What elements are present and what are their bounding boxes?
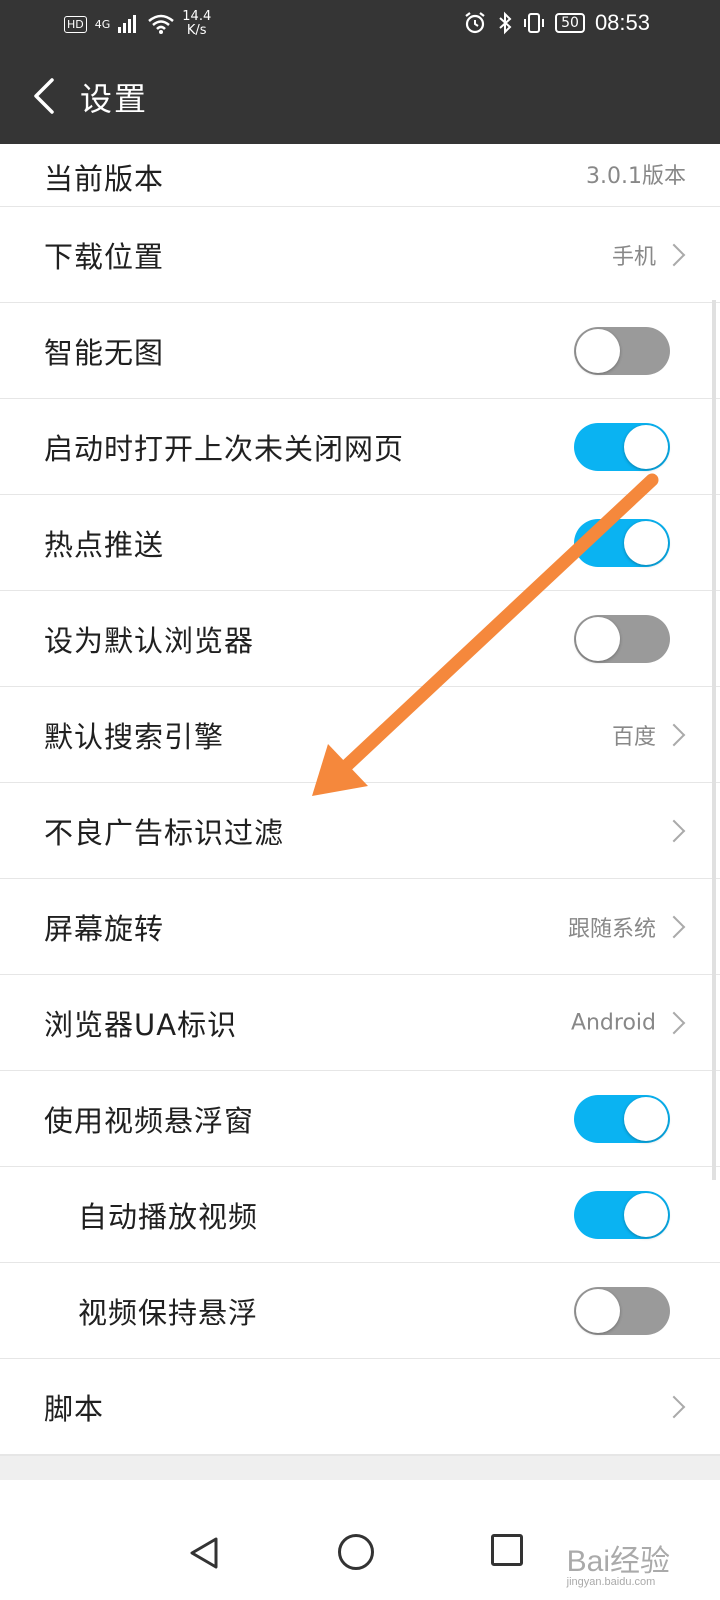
toggle-knob xyxy=(624,1192,668,1237)
settings-row[interactable]: 启动时打开上次未关闭网页 xyxy=(0,399,720,495)
settings-list: 当前版本 3.0.1版本下载位置 手机智能无图启动时打开上次未关闭网页 热点推送设为默… xyxy=(0,144,720,1540)
speed-value: 14.4 xyxy=(182,9,212,24)
watermark-brand: Bai经验 xyxy=(566,1545,670,1578)
nav-back-icon[interactable] xyxy=(188,1536,220,1570)
chevron-right-icon xyxy=(662,723,686,746)
vibrate-icon xyxy=(524,13,545,33)
setting-label: 默认搜索引擎 xyxy=(44,719,225,754)
nav-recents-icon[interactable] xyxy=(491,1534,523,1566)
settings-row[interactable]: 默认搜索引擎 百度 xyxy=(0,687,720,783)
setting-label: 使用视频悬浮窗 xyxy=(44,1103,255,1138)
setting-value: 手机 xyxy=(611,244,656,270)
settings-row: 当前版本 3.0.1版本 xyxy=(0,144,720,207)
setting-label: 设为默认浏览器 xyxy=(44,623,255,658)
settings-row[interactable]: 设为默认浏览器 xyxy=(0,591,720,687)
toggle-knob xyxy=(576,1288,620,1333)
section-divider xyxy=(0,1455,720,1480)
settings-row[interactable]: 视频保持悬浮 xyxy=(0,1263,720,1359)
settings-row[interactable]: 下载位置 手机 xyxy=(0,207,720,303)
setting-label: 当前版本 xyxy=(44,162,165,196)
toggle-knob xyxy=(624,520,668,565)
watermark-url: jingyan.baidu.com xyxy=(566,1576,656,1588)
settings-row[interactable]: 自动播放视频 xyxy=(0,1167,720,1263)
toggle-switch[interactable] xyxy=(574,1094,670,1143)
hd-badge: HD xyxy=(64,15,87,33)
chevron-right-icon xyxy=(662,915,686,938)
network-speed: 14.4 K/s xyxy=(182,10,211,38)
chevron-right-icon xyxy=(662,819,686,842)
setting-label: 热点推送 xyxy=(44,527,165,562)
status-time: 08:53 xyxy=(594,10,650,35)
chevron-right-icon xyxy=(662,243,686,266)
bluetooth-icon xyxy=(499,11,512,35)
setting-label: 屏幕旋转 xyxy=(44,911,165,946)
watermark: Bai经验 jingyan.baidu.com xyxy=(567,1536,670,1588)
setting-label: 智能无图 xyxy=(44,335,165,370)
setting-label: 启动时打开上次未关闭网页 xyxy=(44,431,405,466)
settings-row[interactable]: 屏幕旋转 跟随系统 xyxy=(0,879,720,975)
toggle-switch[interactable] xyxy=(574,1286,670,1335)
toggle-knob xyxy=(576,616,620,661)
status-right: 50 08:53 xyxy=(463,10,650,36)
scrollbar[interactable] xyxy=(712,300,716,1180)
system-nav-bar: Bai经验 jingyan.baidu.com xyxy=(0,1508,720,1600)
toggle-knob xyxy=(576,328,620,373)
toggle-switch[interactable] xyxy=(574,326,670,375)
setting-label: 浏览器UA标识 xyxy=(44,1007,238,1042)
app-header: 设置 xyxy=(0,48,720,144)
page-title: 设置 xyxy=(80,80,149,118)
settings-row[interactable]: 智能无图 xyxy=(0,303,720,399)
settings-row[interactable]: 不良广告标识过滤 xyxy=(0,783,720,879)
signal-icon xyxy=(118,15,137,33)
setting-label: 脚本 xyxy=(44,1391,105,1426)
speed-unit: K/s xyxy=(186,23,207,38)
setting-label: 下载位置 xyxy=(44,239,165,274)
setting-value: 跟随系统 xyxy=(567,916,656,942)
setting-value: 百度 xyxy=(611,724,656,750)
settings-row[interactable]: 使用视频悬浮窗 xyxy=(0,1071,720,1167)
toggle-knob xyxy=(624,1096,668,1141)
settings-row[interactable]: 浏览器UA标识 Android xyxy=(0,975,720,1071)
toggle-switch[interactable] xyxy=(574,518,670,567)
setting-label: 不良广告标识过滤 xyxy=(44,815,285,850)
setting-value: Android xyxy=(570,1010,656,1035)
toggle-switch[interactable] xyxy=(574,1190,670,1239)
chevron-right-icon xyxy=(662,1395,686,1418)
alarm-icon xyxy=(465,12,485,34)
settings-row[interactable]: 热点推送 xyxy=(0,495,720,591)
setting-value: 3.0.1版本 xyxy=(586,164,686,189)
back-arrow-icon[interactable] xyxy=(26,76,66,116)
chevron-right-icon xyxy=(662,1011,686,1034)
settings-row[interactable]: 脚本 xyxy=(0,1359,720,1455)
toggle-switch[interactable] xyxy=(574,614,670,663)
nav-home-icon[interactable] xyxy=(338,1534,374,1570)
wifi-icon xyxy=(148,14,175,34)
network-type: 4G xyxy=(94,17,111,31)
setting-label: 视频保持悬浮 xyxy=(78,1295,259,1330)
status-bar: HD 4G 14.4 K/s 50 08:53 xyxy=(0,0,720,48)
toggle-knob xyxy=(624,424,668,469)
toggle-switch[interactable] xyxy=(574,422,670,471)
battery-indicator: 50 xyxy=(555,13,585,33)
status-left: HD 4G 14.4 K/s xyxy=(64,10,211,38)
setting-label: 自动播放视频 xyxy=(78,1199,259,1234)
